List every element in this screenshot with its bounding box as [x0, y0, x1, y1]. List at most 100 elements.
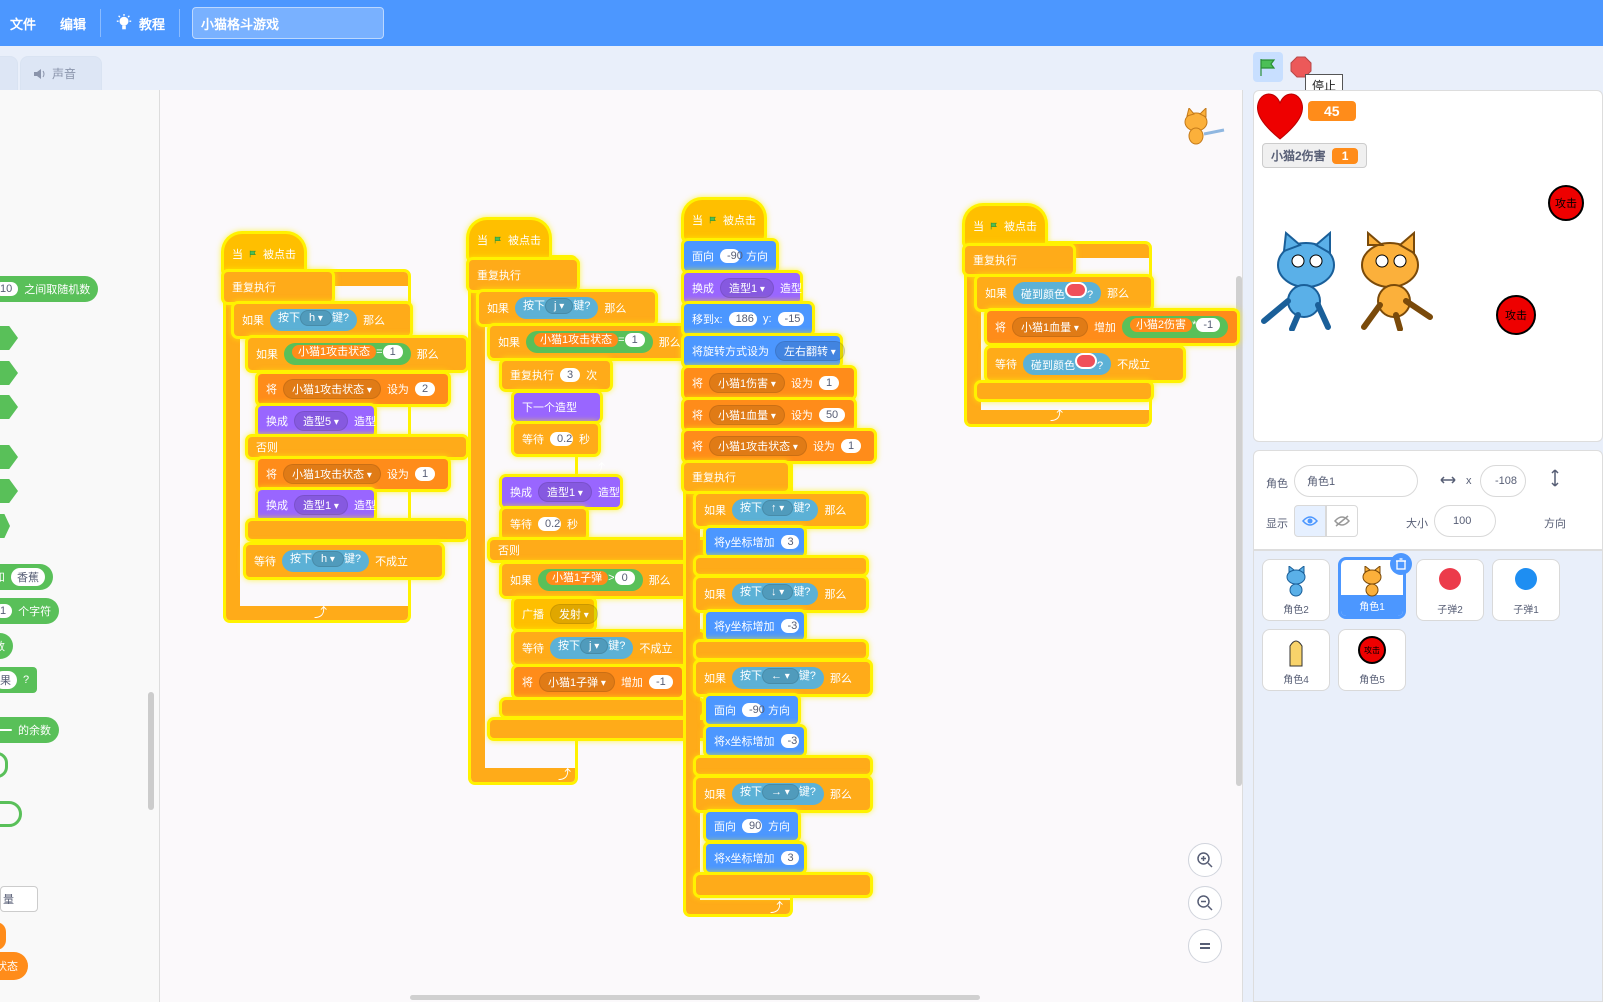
broadcast-block[interactable]: 广播 发射 — [514, 599, 598, 629]
stage[interactable]: 45 小猫2伤害 1 攻击 攻击 — [1253, 90, 1603, 442]
menu-file[interactable]: 文件 — [0, 0, 46, 46]
equals-block[interactable]: 小猫1攻击状态 = 1 — [284, 343, 411, 365]
sprite-tile[interactable]: 子弹2 — [1416, 559, 1484, 621]
palette-length-block[interactable]: 数 — [0, 633, 13, 659]
if-right-block[interactable]: 如果按下→键?那么 — [696, 778, 870, 810]
green-flag-button[interactable] — [1253, 52, 1283, 82]
if-up-block[interactable]: 如果按下↑键?那么 — [696, 494, 866, 526]
set-variable-block[interactable]: 将小猫1攻击状态设为 1 — [684, 431, 874, 461]
equals-block[interactable]: 小猫1攻击状态 = 1 — [526, 331, 653, 353]
sprite-tile[interactable]: 角色2 — [1262, 559, 1330, 621]
change-value[interactable]: -1 — [648, 675, 673, 689]
change-y-block[interactable]: 将y坐标增加 3 — [706, 528, 804, 556]
wait-block[interactable]: 等待 0.2 秒 — [502, 509, 586, 539]
if-block[interactable]: 如果 小猫1子弹 >0 那么 — [502, 564, 702, 596]
variable-dropdown[interactable]: 小猫1攻击状态 — [283, 379, 381, 399]
show-hidden-button[interactable] — [1326, 505, 1358, 537]
if-else-block[interactable]: 如果按下j键?那么 — [479, 292, 655, 324]
equals-value[interactable]: 1 — [624, 333, 645, 347]
key-dropdown[interactable]: h — [312, 551, 344, 567]
change-y-value[interactable]: 3 — [780, 535, 799, 549]
key-pressed-block[interactable]: 按下j键? — [550, 637, 634, 659]
when-flag-clicked-hat[interactable]: 当 被点击 — [684, 200, 764, 240]
project-title-input[interactable] — [192, 7, 385, 39]
size-input[interactable]: 100 — [1434, 505, 1496, 537]
x-input[interactable]: -108 — [1480, 465, 1526, 497]
y-value[interactable]: -15 — [777, 312, 804, 326]
next-costume-block[interactable]: 下一个造型 — [514, 393, 600, 421]
inner-if-block[interactable]: 如果 小猫1攻击状态 = 1 那么 — [248, 338, 466, 370]
variable-dropdown[interactable]: 小猫1血量 — [709, 405, 785, 425]
variable-reporter[interactable]: 小猫1攻击状态 — [534, 333, 619, 347]
key-dropdown[interactable]: ↑ — [762, 500, 794, 516]
palette-variable-state-block[interactable]: 状态 — [0, 952, 28, 980]
palette-random-slot[interactable]: 10 — [0, 282, 19, 296]
goto-xy-block[interactable]: 移到x: 186 y: -15 — [684, 304, 812, 334]
set-rotation-style-block[interactable]: 将旋转方式设为 左右翻转 — [684, 336, 845, 366]
change-y-value[interactable]: -3 — [780, 619, 799, 633]
sprite-tile[interactable]: 子弹1 — [1492, 559, 1560, 621]
variable-dropdown[interactable]: 小猫1伤害 — [709, 373, 785, 393]
tab-sounds[interactable]: 声音 — [20, 56, 102, 90]
change-variable-block[interactable]: 将小猫1血量增加小猫2伤害*-1 — [987, 311, 1237, 343]
variable-reporter[interactable]: 小猫1子弹 — [546, 571, 609, 585]
palette-mod-block[interactable]: 的余数 — [0, 717, 59, 743]
forever-block[interactable]: 重复执行 — [469, 260, 577, 290]
key-pressed-block[interactable]: 按下h键? — [270, 309, 358, 331]
key-dropdown[interactable]: h — [300, 310, 332, 326]
palette-contains-slot[interactable]: 果 — [0, 671, 17, 689]
palette-compare-block[interactable] — [0, 395, 18, 419]
message-dropdown[interactable]: 发射 — [550, 604, 598, 624]
key-pressed-block[interactable]: 按下h键? — [282, 550, 370, 572]
set-value[interactable]: 2 — [414, 382, 436, 396]
wait-until-block[interactable]: 等待 碰到颜色? 不成立 — [987, 348, 1183, 380]
sprite-name-input[interactable]: 角色1 — [1294, 465, 1418, 497]
touching-color-block[interactable]: 碰到颜色? — [1023, 353, 1112, 375]
x-value[interactable]: 186 — [728, 312, 757, 326]
direction-value[interactable]: -90 — [720, 249, 743, 263]
palette-random-block[interactable]: 10 之间取随机数 — [0, 276, 99, 302]
color-swatch[interactable] — [1075, 353, 1097, 369]
palette-logic-block[interactable] — [0, 479, 18, 503]
equals-value[interactable]: 1 — [382, 345, 403, 359]
sprite-tile[interactable]: 角色4 — [1262, 629, 1330, 691]
palette-math-block[interactable] — [0, 801, 22, 827]
change-x-block[interactable]: 将x坐标增加 -3 — [706, 727, 804, 755]
zoom-in-button[interactable] — [1188, 843, 1222, 877]
forever-block[interactable]: 重复执行 — [224, 272, 332, 302]
switch-costume-block[interactable]: 换成造型1 造型 — [502, 477, 620, 507]
forever-block[interactable]: 重复执行 — [684, 463, 788, 491]
multiply-block[interactable]: 小猫2伤害 * -1 — [1121, 316, 1229, 338]
set-value[interactable]: 50 — [818, 408, 846, 422]
key-pressed-block[interactable]: 按下↓键? — [732, 583, 819, 605]
wait-seconds[interactable]: 0.2 — [538, 517, 561, 531]
wait-block[interactable]: 等待 0.2 秒 — [514, 424, 598, 454]
point-direction-block[interactable]: 面向 -90 方向 — [706, 696, 798, 724]
repeat-count[interactable]: 3 — [560, 368, 581, 382]
variable-reporter[interactable]: 小猫1攻击状态 — [292, 345, 377, 359]
direction-value[interactable]: -90 — [742, 703, 765, 717]
palette-compare-block[interactable] — [0, 361, 18, 385]
palette-compare-block[interactable] — [0, 326, 18, 350]
variable-dropdown[interactable]: 小猫1子弹 — [539, 672, 615, 692]
change-x-value[interactable]: 3 — [780, 851, 799, 865]
inner-if-block[interactable]: 如果 小猫1攻击状态 = 1 那么 — [490, 326, 710, 358]
set-variable-block[interactable]: 将小猫1血量设为 50 — [684, 400, 854, 430]
compare-value[interactable]: 0 — [614, 571, 635, 585]
attack-button-sprite[interactable]: 攻击 — [1496, 295, 1536, 335]
menu-tutorial[interactable]: 教程 — [105, 0, 175, 46]
change-x-value[interactable]: -3 — [780, 734, 799, 748]
delete-sprite-button[interactable] — [1390, 553, 1412, 575]
rotation-dropdown[interactable]: 左右翻转 — [775, 341, 845, 361]
point-direction-block[interactable]: 面向 -90 方向 — [684, 241, 776, 271]
costume-dropdown[interactable]: 造型1 — [294, 495, 348, 515]
greater-than-block[interactable]: 小猫1子弹 >0 — [538, 569, 643, 591]
palette-contains-block[interactable]: 果? — [0, 667, 38, 693]
palette-scrollbar[interactable] — [148, 692, 154, 810]
palette-join-block[interactable]: 和香蕉 — [0, 564, 53, 590]
set-value[interactable]: 1 — [414, 467, 436, 481]
key-pressed-block[interactable]: 按下←键? — [732, 667, 824, 689]
costume-dropdown[interactable]: 造型1 — [720, 278, 774, 298]
workspace-horizontal-scrollbar[interactable] — [410, 995, 980, 1000]
workspace-vertical-scrollbar[interactable] — [1236, 276, 1242, 786]
